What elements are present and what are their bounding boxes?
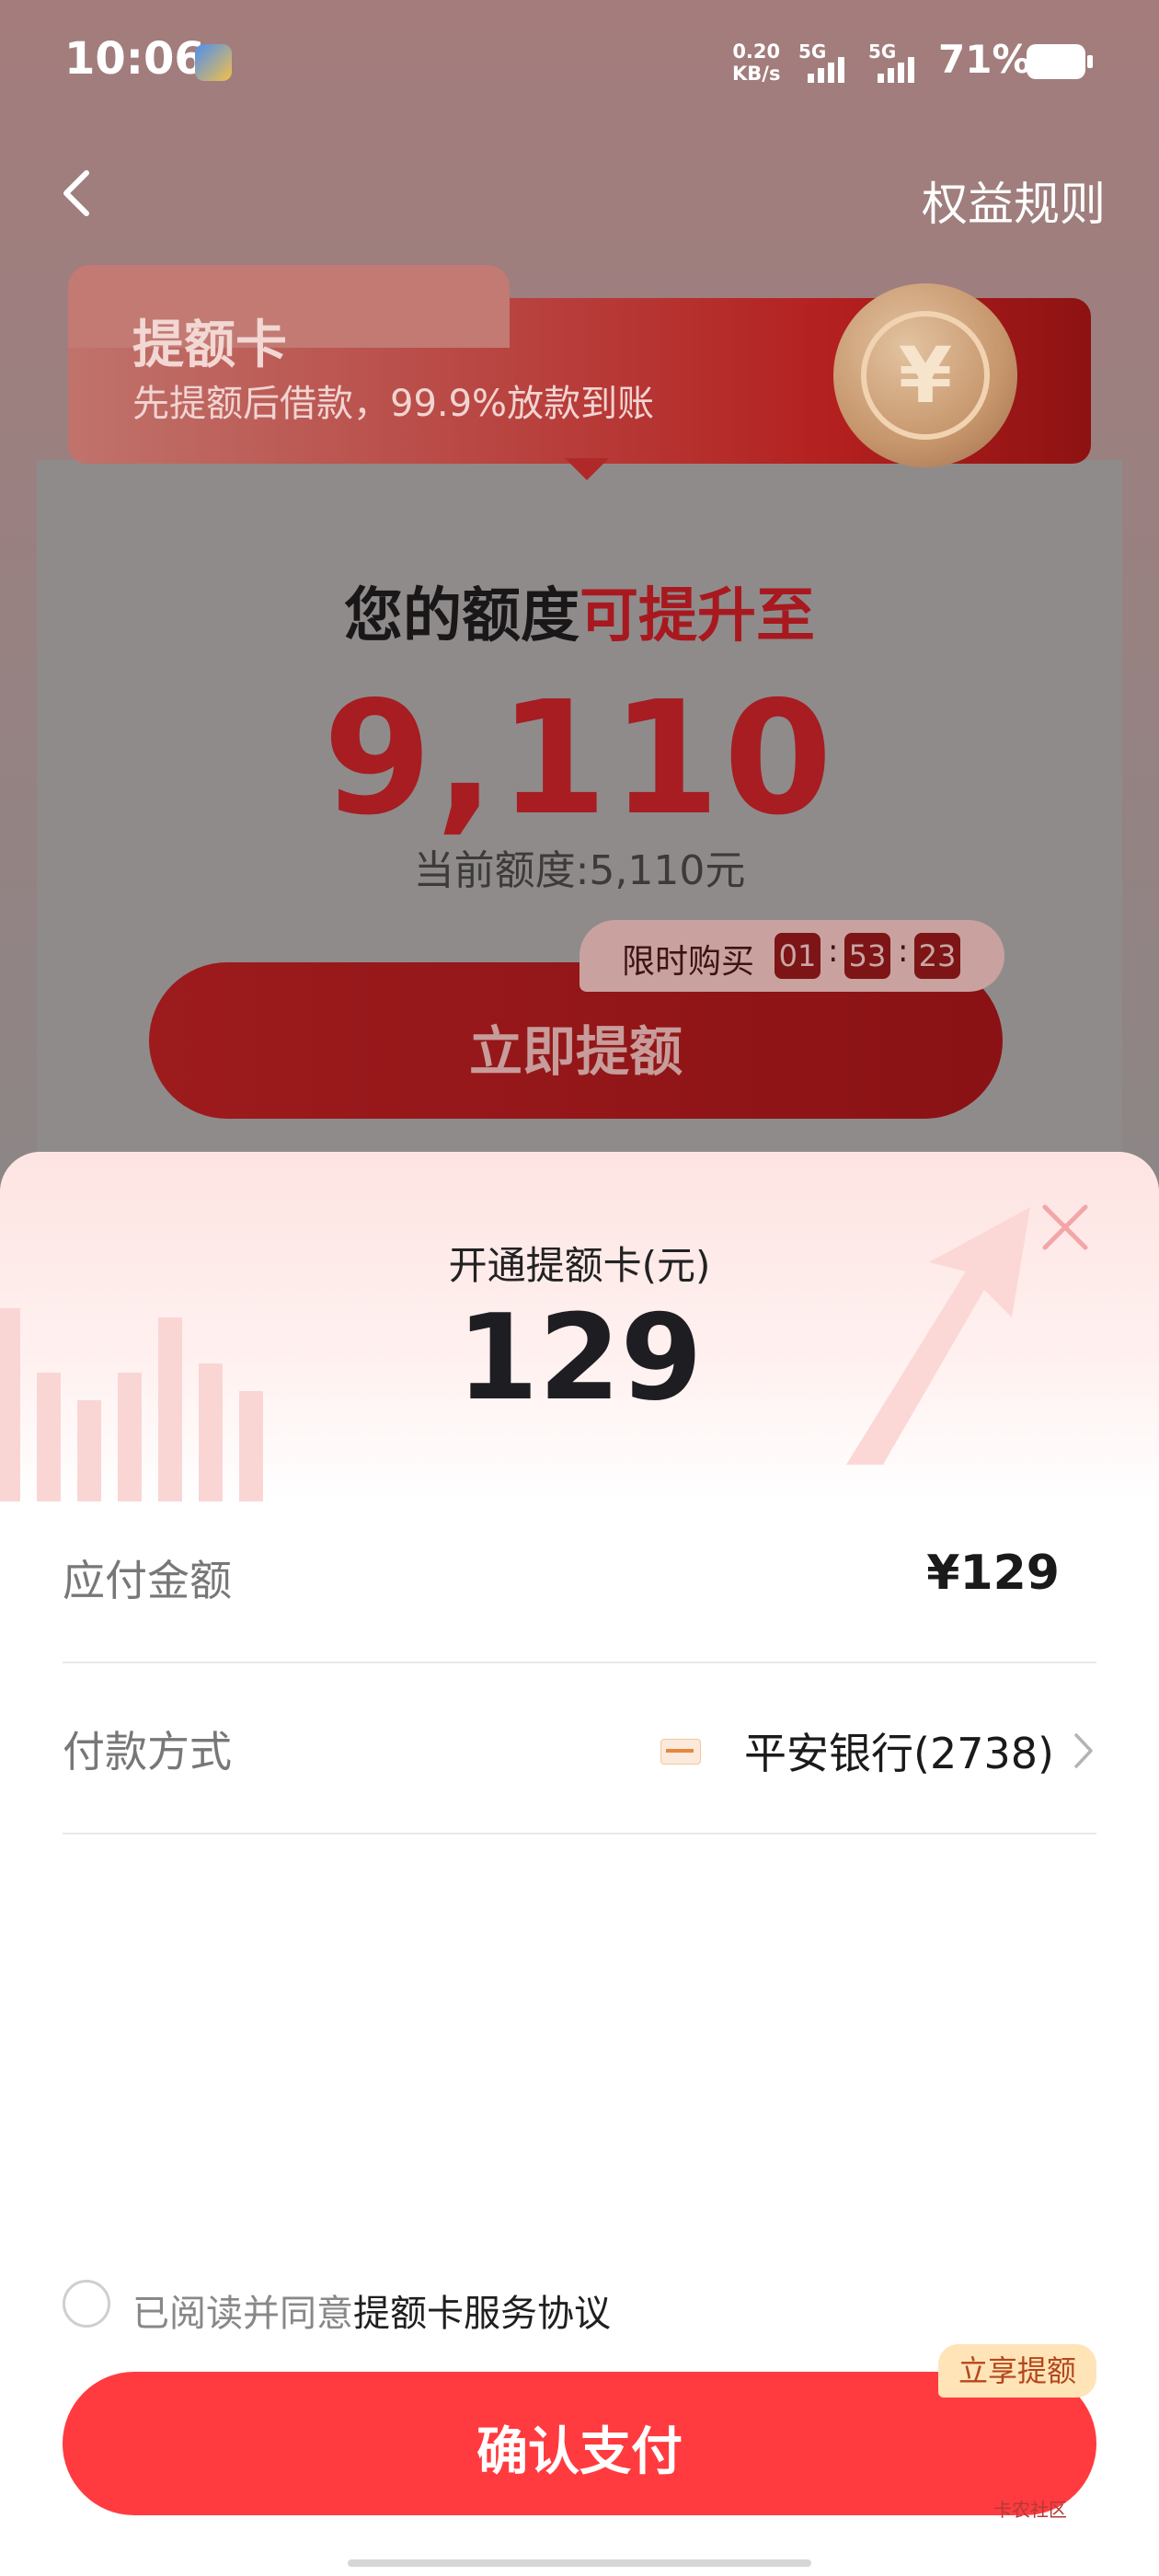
sheet-price: 129	[456, 1290, 703, 1427]
notification-app-icon	[195, 44, 232, 81]
timer-hours: 01	[775, 933, 820, 979]
countdown-timer: 限时购买 01 : 53 : 23	[580, 920, 1004, 992]
payable-amount-value: ¥129	[926, 1546, 1060, 1601]
yuan-coin-icon: ¥	[833, 283, 1017, 467]
limit-heading: 您的额度可提升至	[344, 582, 815, 650]
payable-amount-row: 应付金额 ¥129	[63, 1492, 1096, 1663]
payment-method-row[interactable]: 付款方式 平安银行(2738)	[63, 1663, 1096, 1834]
row-label: 应付金额	[63, 1556, 232, 1605]
battery-percent: 71%	[938, 37, 1031, 82]
chevron-left-icon[interactable]	[52, 166, 107, 221]
status-bar: 10:06 0.20 KB/s 5G 5G 71%	[0, 0, 1159, 129]
bank-logo-icon	[660, 1739, 701, 1765]
sheet-title: 开通提额卡(元)	[448, 1243, 711, 1288]
payment-method-value: 平安银行(2738)	[744, 1729, 1054, 1778]
current-limit: 当前额度:5,110元	[413, 847, 746, 894]
service-agreement-link[interactable]: 提额卡服务协议	[353, 2293, 611, 2335]
banner-subtitle: 先提额后借款，99.9%放款到账	[132, 383, 655, 425]
agreement-row: 已阅读并同意提额卡服务协议	[63, 2280, 1096, 2335]
battery-icon	[1027, 44, 1093, 79]
home-indicator[interactable]	[348, 2559, 811, 2567]
row-label: 付款方式	[63, 1727, 232, 1777]
status-time: 10:06	[64, 33, 205, 85]
chevron-right-icon	[1074, 1733, 1093, 1768]
boost-card-banner: 提额卡 先提额后借款，99.9%放款到账 ¥	[68, 265, 1091, 486]
benefit-rules-link[interactable]: 权益规则	[922, 167, 1106, 234]
instant-boost-badge: 立享提额	[938, 2344, 1096, 2398]
agreement-checkbox[interactable]	[63, 2280, 110, 2328]
signal-icon: 5G	[798, 40, 863, 83]
timer-minutes: 53	[844, 933, 890, 979]
watermark: 卡农社区	[993, 2499, 1067, 2521]
page-header: 权益规则	[0, 147, 1159, 239]
timer-seconds: 23	[914, 933, 960, 979]
banner-title: 提额卡	[132, 316, 287, 375]
limit-amount: 9,110	[323, 668, 836, 850]
signal-icon: 5G	[868, 40, 933, 83]
network-speed: 0.20 KB/s	[732, 40, 781, 85]
